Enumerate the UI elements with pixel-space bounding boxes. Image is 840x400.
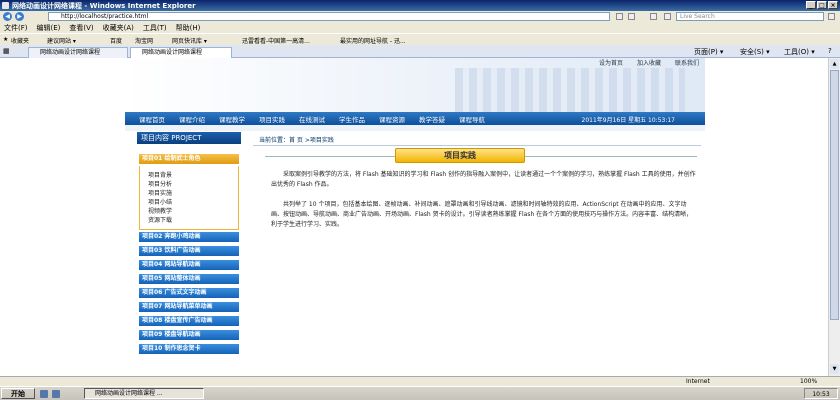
nav-home[interactable]: 课程首页 (139, 114, 165, 124)
project-sidebar: 项目内容 PROJECT 项目01 绘制武士角色 项目背景 项目分析 项目实施 … (137, 132, 241, 376)
site-banner: 设为首页 加入收藏 联系我们 (125, 58, 705, 112)
maximize-button[interactable]: □ (817, 1, 827, 9)
address-row: ◀ ▶ http://localhost/practice.html Live … (0, 11, 840, 22)
nav-guide[interactable]: 课程导航 (459, 114, 485, 124)
window-title-bar: 网络动画设计网络课程 - Windows Internet Explorer _… (0, 0, 840, 11)
project-06[interactable]: 项目06 广告式文字动画 (139, 288, 239, 298)
ie-icon (2, 2, 9, 9)
favorites-button[interactable]: 收藏夹 (11, 36, 29, 45)
menu-edit[interactable]: 编辑(E) (37, 23, 61, 33)
search-input[interactable]: Live Search (676, 12, 824, 21)
taskbar: 开始 网络动画设计网络课程 ... 10:53 (0, 386, 840, 400)
top-links: 设为首页 加入收藏 联系我们 (599, 58, 699, 67)
add-favorite-link[interactable]: 加入收藏 (637, 58, 661, 67)
fav-navigation[interactable]: 最实用的网址导航 - 迅... (340, 36, 406, 45)
fav-xunlei[interactable]: 迅雷看看-中国第一高清... (242, 36, 310, 45)
project-03[interactable]: 项目03 饮料广告动画 (139, 246, 239, 256)
project-07[interactable]: 项目07 网站导航菜单动画 (139, 302, 239, 312)
menu-help[interactable]: 帮助(H) (176, 23, 201, 33)
project-02[interactable]: 项目02 奔跑小鸡动画 (139, 232, 239, 242)
page-menu[interactable]: 页面(P) ▾ (694, 47, 723, 57)
project-10[interactable]: 项目10 制作思念贺卡 (139, 344, 239, 354)
project-05[interactable]: 项目05 网站整体动画 (139, 274, 239, 284)
quicklaunch-desktop-icon[interactable] (40, 390, 48, 398)
project-04[interactable]: 项目04 网站导航动画 (139, 260, 239, 270)
taskbar-ie-item[interactable]: 网络动画设计网络课程 ... (84, 388, 204, 399)
nav-test[interactable]: 在线测试 (299, 114, 325, 124)
security-zone: Internet (686, 378, 710, 385)
status-bar: Internet 100% (0, 376, 840, 386)
project-09[interactable]: 项目09 楼盘导航动画 (139, 330, 239, 340)
forward-icon[interactable]: ▶ (15, 12, 24, 21)
stop-icon[interactable] (650, 13, 657, 20)
tab-row: ▦ 网络动画设计网络课程 网络动画设计网络课程 页面(P) ▾ 安全(S) ▾ … (0, 45, 840, 58)
fav-taobao[interactable]: 淘宝网 (135, 36, 153, 45)
start-button[interactable]: 开始 (1, 388, 35, 399)
sub-item-download[interactable]: 资源下载 (148, 215, 172, 224)
nav-practice[interactable]: 项目实践 (259, 114, 285, 124)
nav-teaching[interactable]: 课程教学 (219, 114, 245, 124)
menu-favorites[interactable]: 收藏夹(A) (103, 23, 134, 33)
sub-item-video[interactable]: 视频教学 (148, 206, 172, 215)
project-08[interactable]: 项目08 楼盘宣传广告动画 (139, 316, 239, 326)
menu-file[interactable]: 文件(F) (4, 23, 28, 33)
favorites-star-icon: ★ (3, 36, 9, 43)
scroll-thumb[interactable] (830, 70, 839, 320)
scroll-up-icon[interactable]: ▲ (830, 59, 839, 69)
refresh-page-icon[interactable] (664, 13, 671, 20)
site-nav: 课程首页 课程介绍 课程教学 项目实践 在线测试 学生作品 课程资源 教学答疑 … (125, 112, 705, 125)
system-clock: 10:53 (804, 388, 838, 399)
set-homepage-link[interactable]: 设为首页 (599, 58, 623, 67)
fav-web-slices[interactable]: 网页快讯库 ▾ (172, 36, 207, 45)
address-input[interactable]: http://localhost/practice.html (48, 12, 610, 21)
project-01[interactable]: 项目01 绘制武士角色 (139, 154, 239, 164)
sub-bar (125, 125, 705, 131)
minimize-button[interactable]: _ (806, 1, 816, 9)
course-site: 设为首页 加入收藏 联系我们 课程首页 课程介绍 课程教学 项目实践 在线测试 … (125, 58, 705, 376)
fav-suggested-sites[interactable]: 建议网站 ▾ (47, 36, 76, 45)
sidebar-title: 项目内容 PROJECT (137, 132, 241, 144)
tools-menu[interactable]: 工具(O) ▾ (784, 47, 815, 57)
safety-menu[interactable]: 安全(S) ▾ (740, 47, 770, 57)
nav-intro[interactable]: 课程介绍 (179, 114, 205, 124)
zoom-level[interactable]: 100% (800, 378, 817, 385)
nav-qa[interactable]: 教学答疑 (419, 114, 445, 124)
close-button[interactable]: × (828, 1, 838, 9)
breadcrumb: 当前位置：首 页 >项目实践 (253, 136, 701, 146)
window-title: 网络动画设计网络课程 - Windows Internet Explorer (12, 2, 196, 10)
section-title: 项目实践 (395, 148, 525, 163)
sub-item-background[interactable]: 项目背景 (148, 170, 172, 179)
sub-item-analysis[interactable]: 项目分析 (148, 179, 172, 188)
nav-works[interactable]: 学生作品 (339, 114, 365, 124)
tab-1[interactable]: 网络动画设计网络课程 (28, 47, 128, 58)
contact-link[interactable]: 联系我们 (675, 58, 699, 67)
banner-image (455, 68, 685, 112)
nav-resources[interactable]: 课程资源 (379, 114, 405, 124)
search-icon[interactable] (828, 13, 835, 20)
vertical-scrollbar[interactable]: ▲ ▼ (828, 58, 840, 376)
tab-2[interactable]: 网络动画设计网络课程 (130, 47, 232, 58)
menu-bar: 文件(F) 编辑(E) 查看(V) 收藏夹(A) 工具(T) 帮助(H) (0, 22, 840, 33)
scroll-down-icon[interactable]: ▼ (830, 364, 839, 374)
fav-baidu[interactable]: 百度 (110, 36, 122, 45)
sub-item-implementation[interactable]: 项目实施 (148, 188, 172, 197)
current-date: 2011年9月16日 星期五 10:53:17 (581, 117, 675, 124)
favorites-bar: ★ 收藏夹 建议网站 ▾ 百度 淘宝网 网页快讯库 ▾ 迅雷看看-中国第一高清.… (0, 33, 840, 45)
help-icon[interactable]: ? (828, 47, 832, 55)
menu-tools[interactable]: 工具(T) (143, 23, 167, 33)
refresh-icon[interactable] (616, 13, 623, 20)
quicklaunch-ie-icon[interactable] (52, 390, 60, 398)
paragraph-1: 采取案例引导教学的方法，将 Flash 基础知识的学习和 Flash 创作的指导… (271, 171, 696, 188)
menu-view[interactable]: 查看(V) (69, 23, 93, 33)
go-icon[interactable] (628, 13, 635, 20)
sub-items-box: 项目背景 项目分析 项目实施 项目小结 视频教学 资源下载 (139, 166, 239, 230)
paragraph-2: 共列举了 10 个项目，包括基本绘图、逐帧动画、补间动画、遮罩动画和引导线动画、… (271, 201, 693, 228)
page-viewport: 设为首页 加入收藏 联系我们 课程首页 课程介绍 课程教学 项目实践 在线测试 … (0, 58, 828, 376)
favorites-center-icon[interactable]: ▦ (3, 47, 10, 55)
back-icon[interactable]: ◀ (3, 12, 12, 21)
sub-item-summary[interactable]: 项目小结 (148, 197, 172, 206)
